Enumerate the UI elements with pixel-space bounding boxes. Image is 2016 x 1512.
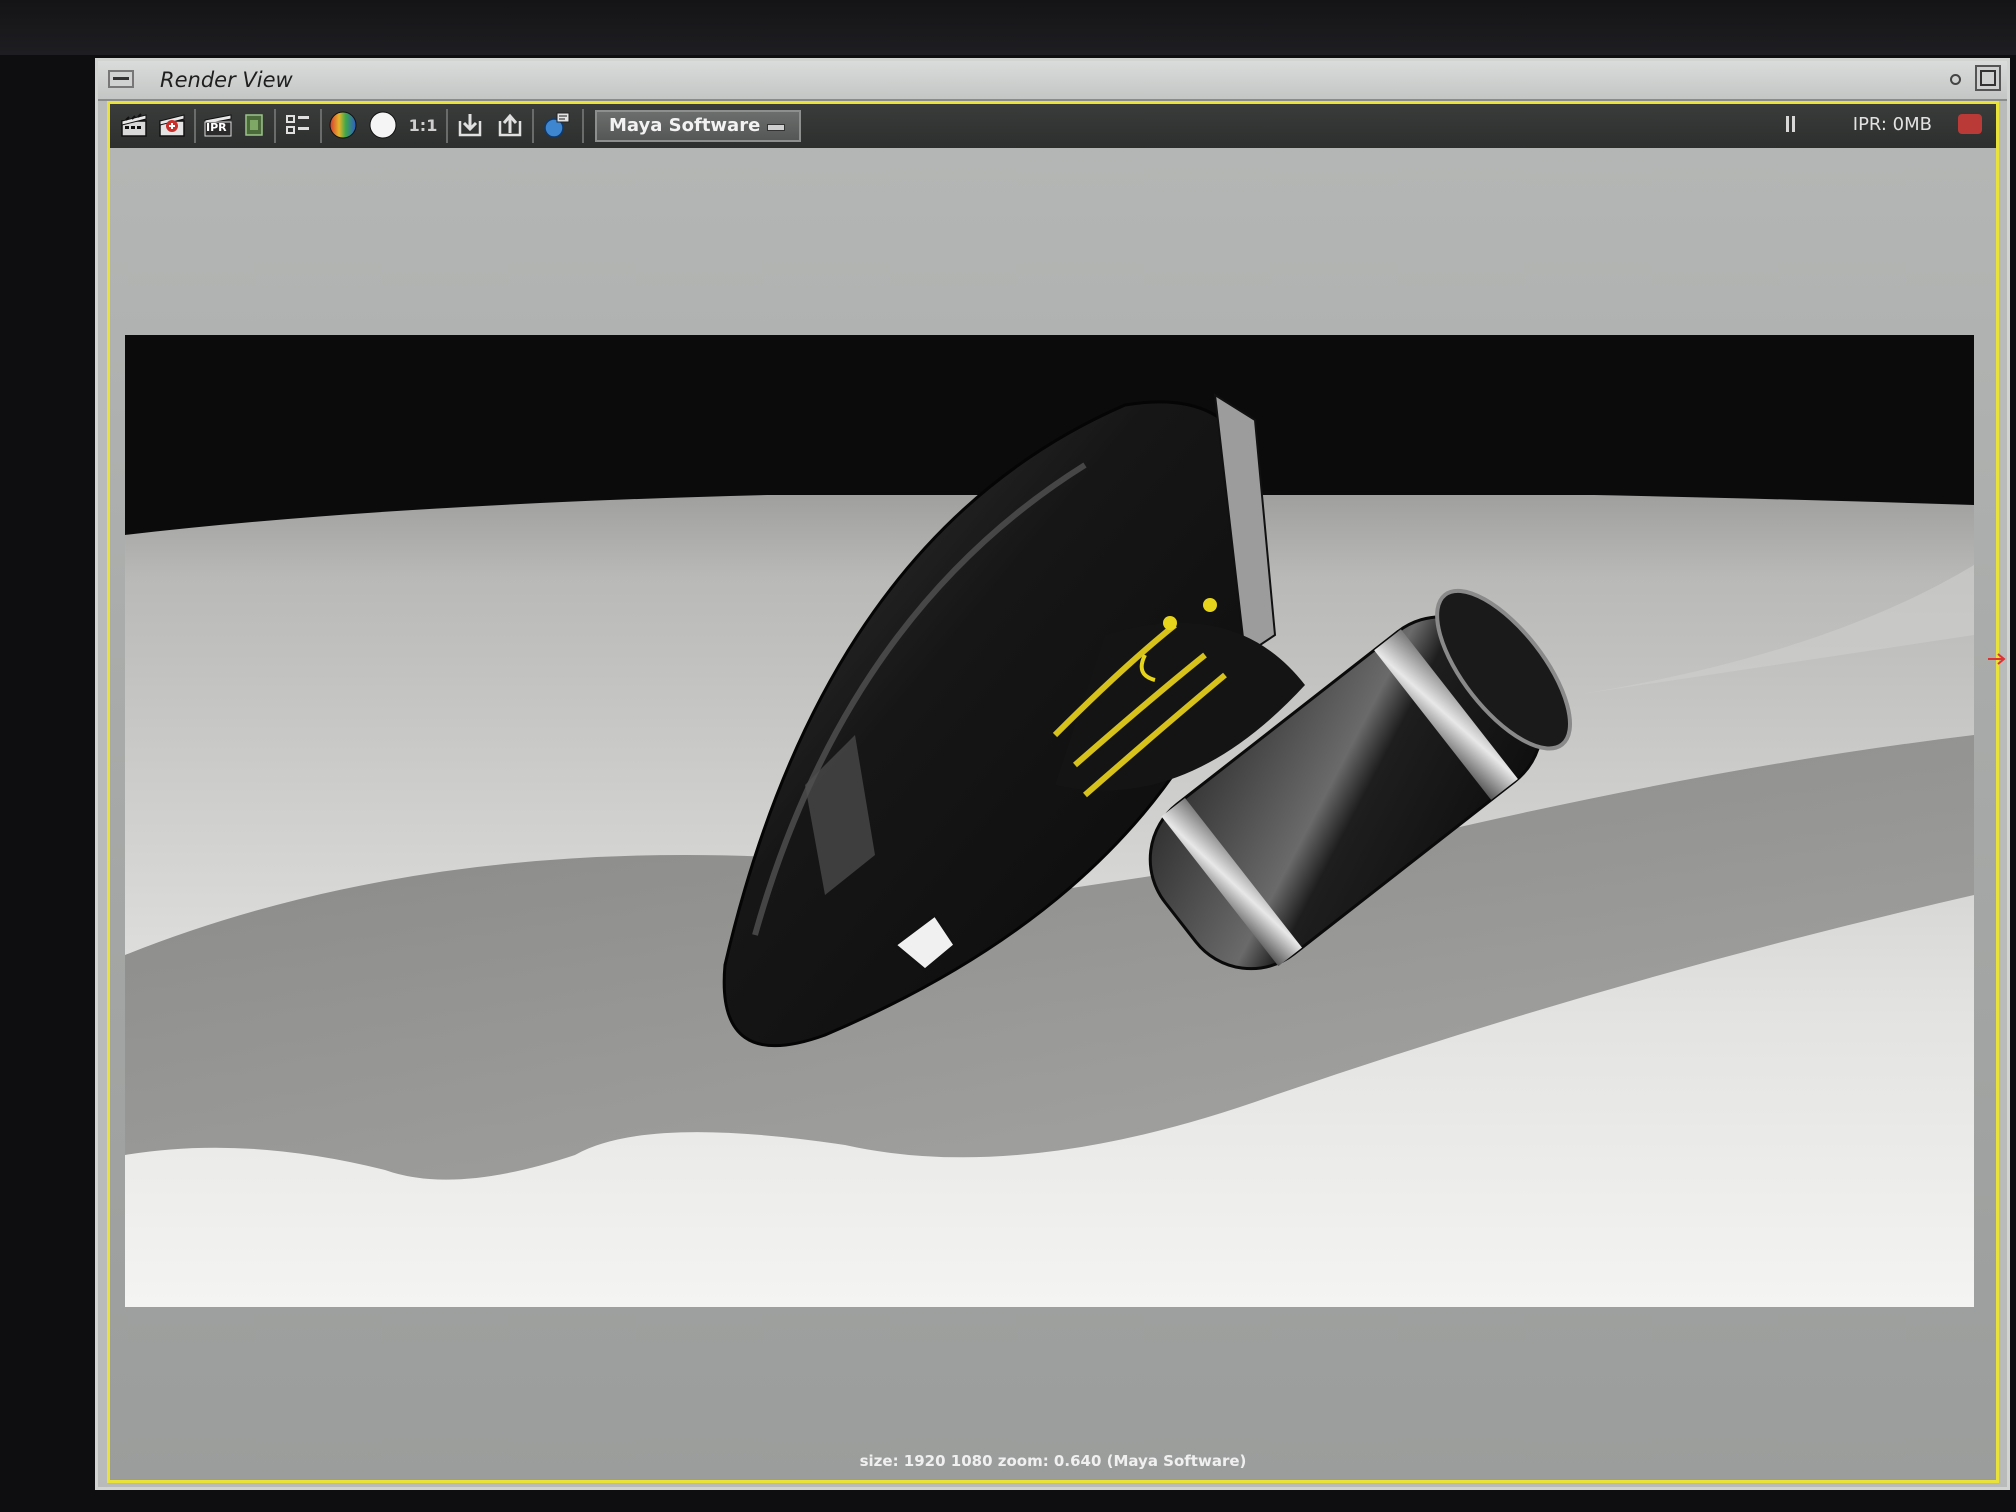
redo-render-button[interactable] [156,110,188,140]
ipr-indicator-icon[interactable] [1958,114,1982,134]
real-size-icon: 1:1 [408,115,438,135]
rendered-subwoofer-scene [125,335,1974,1307]
keep-image-button[interactable] [454,110,486,140]
minimize-button[interactable] [1943,69,1967,89]
toolbar-separator [446,109,448,143]
render-frame-icon [121,113,147,137]
rendered-image[interactable] [125,335,1974,1307]
render-status-bar: size: 1920 1080 zoom: 0.640 (Maya Softwa… [859,1452,1247,1470]
render-region-icon [245,114,263,136]
toolbar-separator [320,109,322,143]
window-title: Render View [160,68,293,92]
ipr-render-button[interactable]: IPR [202,110,234,140]
minimize-icon [1949,73,1961,85]
remove-image-icon [498,113,522,137]
render-toolbar: IPR 1:1 Maya Software IPR: 0MB [110,104,1996,148]
render-settings-icon [544,112,570,138]
option-menu-icon [767,124,785,131]
render-view-window: Render View IPR 1:1 Maya Software IPR: 0… [95,58,2010,1490]
renderer-label: Maya Software [609,115,761,136]
keep-image-icon [458,114,482,137]
render-settings-button[interactable] [540,110,574,140]
ipr-button-label: IPR [206,121,227,134]
image-edge-marker-icon [1988,653,2006,665]
window-menu-button[interactable] [108,70,134,88]
render-view-panel: IPR 1:1 Maya Software IPR: 0MB size: 192… [107,101,2006,1483]
render-frame-button[interactable] [118,110,150,140]
toolbar-separator [274,109,276,143]
rgb-channels-icon [329,111,357,139]
toolbar-separator [532,109,534,143]
render-region-button[interactable] [240,110,268,140]
remove-image-button[interactable] [494,110,526,140]
snapshot-icon [286,115,309,134]
toolbar-separator [194,109,196,143]
renderer-dropdown[interactable]: Maya Software [595,110,801,142]
monitor-bezel [0,0,2016,55]
alpha-channel-icon [369,111,397,139]
snapshot-button[interactable] [282,110,314,140]
redo-render-icon [159,114,185,137]
toolbar-separator [582,109,584,143]
maximize-button[interactable] [1975,65,2001,91]
rgb-channels-button[interactable] [326,110,360,140]
ipr-memory-status: IPR: 0MB [1852,114,1932,135]
title-bar[interactable]: Render View [98,61,2007,101]
pause-ipr-icon[interactable] [1786,116,1796,132]
alpha-channel-button[interactable] [366,110,400,140]
real-size-button[interactable]: 1:1 [406,110,440,140]
